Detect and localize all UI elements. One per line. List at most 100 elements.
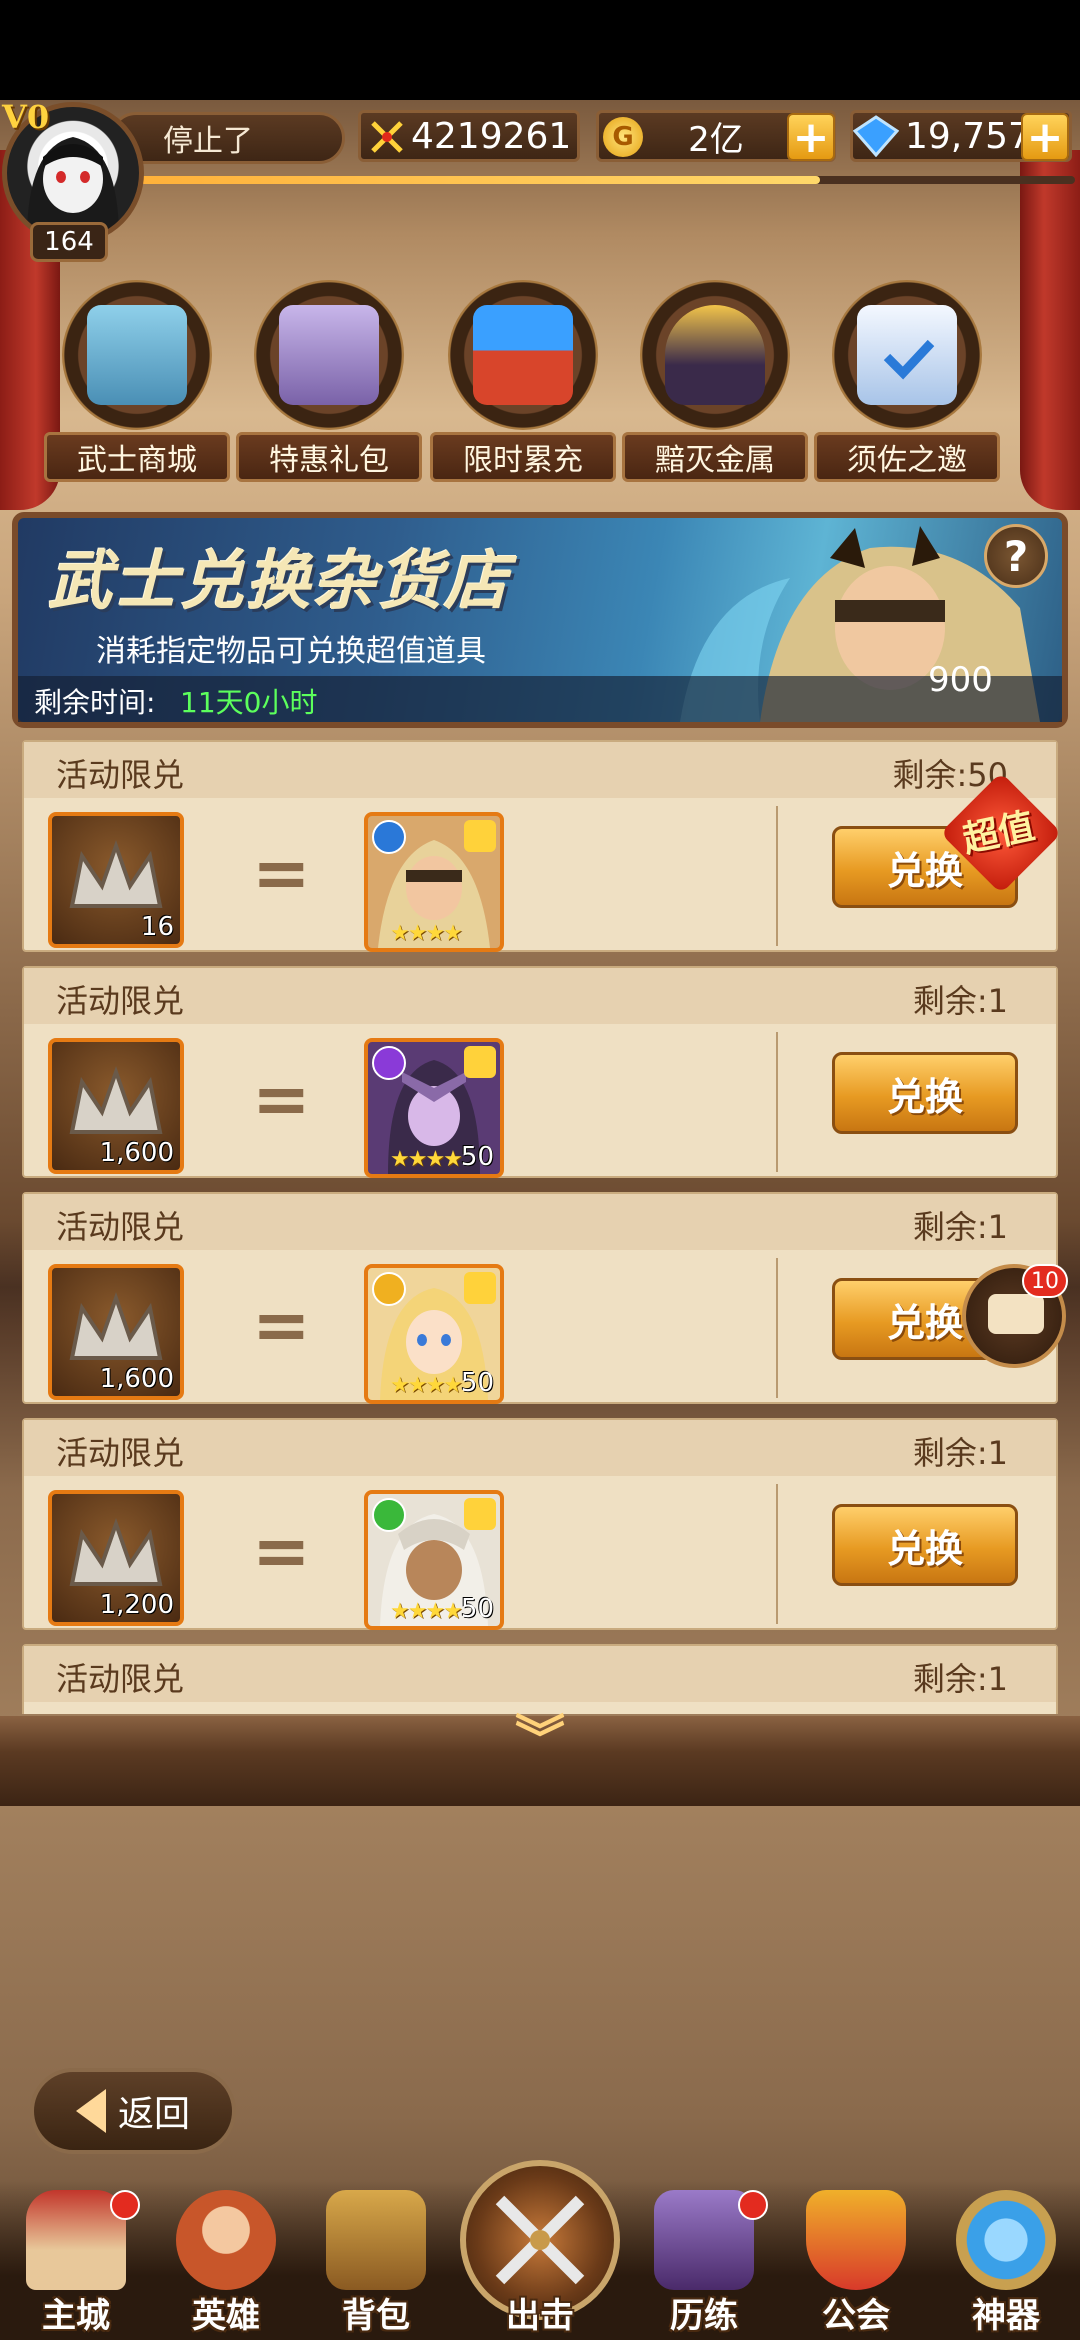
gem-display: 19,757 +	[850, 110, 1072, 163]
exchange-row-title: 活动限兑	[56, 1434, 185, 1472]
shop-label: 限时累充	[430, 432, 616, 482]
cost-item[interactable]: 1,200	[48, 1490, 184, 1626]
exchange-row: 活动限兑 剩余:1 1,600 = ★★★★ 50 兑换	[22, 966, 1058, 1178]
cost-item[interactable]: 1,600	[48, 1264, 184, 1400]
chat-bubble-icon	[988, 1294, 1044, 1334]
star-rating: ★★★★	[390, 1599, 463, 1624]
shop-label: 须佐之邀	[814, 432, 1000, 482]
back-button[interactable]: 返回	[30, 2068, 236, 2154]
crossed-swords-icon	[495, 2195, 585, 2285]
nav-item-backpack[interactable]: 背包	[306, 2190, 446, 2340]
reward-count: 50	[460, 1594, 494, 1624]
back-arrow-icon	[75, 2089, 106, 2133]
shop-button-samurai-mall[interactable]: 武士商城	[44, 280, 230, 490]
exchange-row-remaining: 剩余:1	[912, 1208, 1008, 1246]
nav-label: 公会	[822, 2296, 890, 2336]
blue-gem-icon	[853, 115, 899, 157]
exchange-row-remaining: 剩余:1	[912, 1434, 1008, 1472]
vip-level: V0	[2, 98, 50, 136]
nav-label: 背包	[342, 2296, 410, 2336]
guild-shield-icon	[806, 2190, 906, 2290]
equals-sign: =	[252, 1510, 311, 1592]
cost-count: 16	[140, 912, 174, 942]
exchange-row: 活动限兑 剩余:50 16 = ★★★★ 兑换	[22, 740, 1058, 952]
reward-count: 50	[460, 1142, 494, 1172]
cost-item[interactable]: 16	[48, 812, 184, 948]
exchange-button[interactable]: 兑换	[832, 1052, 1018, 1134]
star-rating: ★★★★	[390, 921, 463, 946]
banner-subtitle: 消耗指定物品可兑换超值道具	[96, 634, 486, 669]
row-divider	[776, 806, 778, 946]
calendar-icon	[857, 305, 957, 405]
puzzle-piece-icon	[464, 1272, 496, 1304]
gift-box-icon	[279, 305, 379, 405]
remaining-time-label: 剩余时间:	[34, 686, 156, 719]
add-gems-button[interactable]: +	[1021, 112, 1069, 163]
light-element-icon	[372, 1272, 406, 1306]
gold-display: G 2亿 +	[596, 110, 836, 163]
gem-crate-icon	[473, 305, 573, 405]
combat-power-value: 4219261	[411, 115, 572, 157]
reward-item[interactable]: ★★★★ 50	[364, 1490, 504, 1630]
equals-sign: =	[252, 1058, 311, 1140]
nav-label: 历练	[670, 2296, 738, 2336]
equals-sign: =	[252, 832, 311, 914]
cost-count: 1,600	[99, 1138, 174, 1168]
nav-item-artifact[interactable]: 神器	[936, 2190, 1076, 2340]
banner-currency-count: 900	[928, 660, 993, 700]
wind-element-icon	[372, 1498, 406, 1532]
nav-label: 出击	[506, 2296, 574, 2336]
exchange-row-title: 活动限兑	[56, 1208, 185, 1246]
notification-dot	[110, 2190, 140, 2220]
shop-button-limited-recharge[interactable]: 限时累充	[430, 280, 616, 490]
chevron-down-icon[interactable]: ︾	[508, 1714, 572, 1764]
gem-value: 19,757	[905, 115, 1031, 157]
reward-item[interactable]: ★★★★	[364, 812, 504, 952]
exchange-row-title: 活动限兑	[56, 756, 185, 794]
row-divider	[776, 1484, 778, 1624]
artifact-gem-icon	[956, 2190, 1056, 2290]
nav-label: 主城	[42, 2296, 110, 2336]
reward-count: 50	[460, 1368, 494, 1398]
cost-count: 1,200	[99, 1590, 174, 1620]
chat-unread-badge: 10	[1022, 1264, 1068, 1298]
help-button[interactable]: ?	[984, 524, 1048, 588]
nav-item-sortie[interactable]: 出击	[470, 2190, 610, 2340]
player-level: 164	[30, 222, 108, 262]
add-gold-button[interactable]: +	[787, 112, 835, 163]
banner-title: 武士兑换杂货店	[48, 545, 510, 619]
backpack-icon	[326, 2190, 426, 2290]
player-name-text: 停止了	[163, 124, 253, 159]
water-element-icon	[372, 820, 406, 854]
back-label: 返回	[117, 2094, 190, 2135]
equals-sign: =	[252, 1284, 311, 1366]
reward-item[interactable]: ★★★★ 50	[364, 1264, 504, 1404]
experience-bar-fill	[140, 176, 820, 184]
crossed-swords-icon	[371, 121, 403, 153]
nav-item-guild[interactable]: 公会	[786, 2190, 926, 2340]
reward-item[interactable]: ★★★★ 50	[364, 1038, 504, 1178]
notification-dot	[738, 2190, 768, 2220]
shop-button-special-pack[interactable]: 特惠礼包	[236, 280, 422, 490]
exchange-row: 活动限兑 剩余:1 1,200 = ★★★★ 50 兑换	[22, 1418, 1058, 1630]
shop-button-susano-invite[interactable]: 须佐之邀	[814, 280, 1000, 490]
exchange-button[interactable]: 兑换	[832, 1504, 1018, 1586]
gold-value: 2亿	[688, 119, 744, 160]
samurai-helmet-icon	[665, 305, 765, 405]
cost-item[interactable]: 1,600	[48, 1038, 184, 1174]
nav-item-main-city[interactable]: 主城	[6, 2190, 146, 2340]
exchange-row: 活动限兑 剩余:1	[22, 1644, 1058, 1714]
row-divider	[776, 1032, 778, 1172]
star-rating: ★★★★	[390, 1147, 463, 1172]
exchange-row-title: 活动限兑	[56, 1660, 185, 1698]
nav-label: 英雄	[192, 2296, 260, 2336]
nav-item-training[interactable]: 历练	[634, 2190, 774, 2340]
puzzle-piece-icon	[464, 1046, 496, 1078]
shop-button-dark-metal[interactable]: 黯灭金属	[622, 280, 808, 490]
player-name: 停止了	[110, 112, 345, 164]
dark-element-icon	[372, 1046, 406, 1080]
hero-icon	[176, 2190, 276, 2290]
exchange-list[interactable]: 活动限兑 剩余:50 16 = ★★★★ 兑换 活动限兑 剩余:1 1,600 …	[14, 734, 1066, 1714]
nav-item-heroes[interactable]: 英雄	[156, 2190, 296, 2340]
star-rating: ★★★★	[390, 1373, 463, 1398]
